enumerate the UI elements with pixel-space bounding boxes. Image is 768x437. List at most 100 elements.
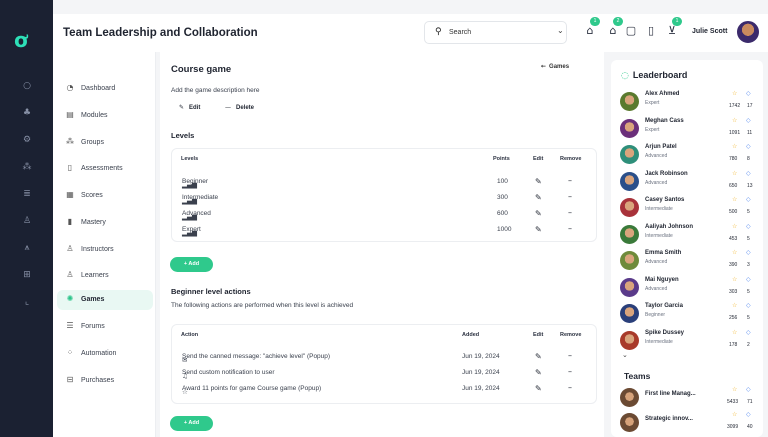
edit-button[interactable]: ✎ Edit [179, 104, 200, 111]
avatar [620, 92, 639, 111]
list-item[interactable]: Strategic innov... ☆ ◇ 3099 40 [619, 411, 757, 435]
avatar [620, 304, 639, 323]
table-row: ☆ Award 11 points for game Course game (P… [172, 382, 596, 398]
badge-icon: ◇ [746, 169, 751, 177]
cart-icon[interactable]: ⊻ [665, 24, 679, 38]
gear-icon[interactable]: ⚙ [20, 134, 34, 146]
sidebar-item-learners[interactable]: ♙ Learners [57, 266, 153, 286]
list-item[interactable]: Mai Nguyen Advanced ☆ ◇ 303 5 [619, 275, 757, 301]
messages-icon[interactable]: ⌂ [606, 24, 620, 38]
remove-icon[interactable]: – [568, 351, 572, 360]
remove-icon[interactable]: – [568, 383, 572, 392]
building-icon[interactable]: ⊞ [20, 269, 34, 281]
notification-icon[interactable]: ⌂ [583, 24, 597, 38]
sidebar-item-instructors[interactable]: ♙ Instructors [57, 240, 153, 260]
learner-badges: 13 [747, 182, 753, 189]
learner-points: 390 [729, 262, 738, 268]
search-input[interactable]: ⚲ Search [424, 21, 567, 44]
sidebar-item-groups[interactable]: ⁂ Groups [57, 133, 153, 153]
learner-name: Aaliyah Johnson [645, 223, 694, 230]
pencil-icon[interactable]: ✎ [535, 368, 542, 377]
chart-icon[interactable]: ⌞ [20, 296, 34, 308]
list-item[interactable]: First line Manag... ☆ ◇ 5433 71 [619, 386, 757, 410]
arrow-left-icon: ← [541, 63, 547, 70]
user-icon[interactable]: ♙ [20, 215, 34, 227]
user-name[interactable]: Julie Scott [692, 28, 727, 35]
sidebar-item-mastery[interactable]: ▮ Mastery [57, 213, 153, 233]
sidebar-item-assessments[interactable]: ▯ Assessments [57, 159, 153, 179]
add-level-button[interactable]: + Add [170, 257, 213, 272]
col-points: Points [493, 156, 510, 162]
pencil-icon[interactable]: ✎ [535, 209, 542, 218]
list-item[interactable]: Casey Santos Intermediate ☆ ◇ 500 5 [619, 195, 757, 221]
learner-name: Mai Nguyen [645, 276, 679, 283]
action-text-value: Send custom notification to user [182, 369, 275, 376]
messages-badge: 2 [613, 17, 623, 26]
table-row: ▂▄▆ Intermediate 300 ✎ – [172, 191, 596, 207]
avatar[interactable] [735, 19, 761, 45]
team-badges: 40 [747, 424, 753, 430]
pencil-icon[interactable]: ✎ [535, 193, 542, 202]
sidebar-item-games[interactable]: ✺ Games [57, 290, 153, 310]
home-icon[interactable]: ○ [20, 80, 34, 92]
table-row: ♫ Send custom notification to user Jun 19… [172, 366, 596, 382]
back-to-games-link[interactable]: ← Games [541, 63, 569, 70]
sidebar-item-scores[interactable]: ▦ Scores [57, 186, 153, 206]
level-points: 600 [497, 210, 508, 217]
avatar [620, 171, 639, 191]
remove-icon[interactable]: – [568, 224, 572, 233]
trash-icon[interactable]: ▯ [644, 24, 658, 38]
avatar [620, 388, 639, 407]
pencil-icon[interactable]: ✎ [535, 352, 542, 361]
chevron-down-icon[interactable]: ⌄ [622, 351, 628, 359]
list-item[interactable]: Spike Dussey Intermediate ☆ ◇ 178 2 [619, 328, 757, 354]
remove-icon[interactable]: – [568, 367, 572, 376]
game-description: Add the game description here [171, 87, 260, 94]
app-logo[interactable]: ơ [14, 30, 38, 50]
remove-icon[interactable]: – [568, 176, 572, 185]
sidebar-item-dashboard[interactable]: ◔ Dashboard [57, 79, 153, 99]
pencil-icon[interactable]: ✎ [535, 225, 542, 234]
list-item[interactable]: Meghan Cass Expert ☆ ◇ 1091 11 [619, 116, 757, 142]
remove-icon[interactable]: – [568, 208, 572, 217]
list-item[interactable]: Taylor Garcia Beginner ☆ ◇ 256 5 [619, 301, 757, 327]
edit-label: Edit [189, 105, 201, 111]
learner-badges: 2 [747, 341, 750, 348]
sidebar-item-forums[interactable]: ☰ Forums [57, 317, 153, 337]
message-icon: ✉ [182, 356, 188, 364]
delete-button[interactable]: — Delete [225, 104, 254, 111]
network-icon[interactable]: ⁂ [20, 161, 34, 173]
levels-table: Levels Points Edit Remove ▂▄▆ Beginner 10… [171, 148, 597, 242]
remove-icon[interactable]: – [568, 192, 572, 201]
team-points: 3099 [727, 424, 739, 430]
learner-badges: 17 [747, 103, 753, 109]
table-row: ▂▄▆ Expert 1000 ✎ – [172, 223, 596, 239]
learner-name: Taylor Garcia [645, 303, 683, 309]
calendar-icon[interactable]: ▢ [624, 24, 638, 38]
list-item[interactable]: Emma Smith Advanced ☆ ◇ 390 3 [619, 248, 757, 274]
action-text: ♫ Send custom notification to user [182, 369, 275, 380]
leaderboard-panel: ◌ Leaderboard Alex Ahmed Expert ☆ ◇ 1742 17 Meg… [611, 60, 763, 437]
list-item[interactable]: Aaliyah Johnson Intermediate ☆ ◇ 453 5 [619, 222, 757, 248]
sidebar-item-automation[interactable]: ⁘ Automation [57, 344, 153, 364]
learner-level: Expert [645, 126, 660, 133]
hierarchy-icon[interactable]: ⩚ [20, 242, 34, 254]
pencil-icon: ✎ [179, 104, 185, 111]
sidebar-item-purchases[interactable]: ⊟ Purchases [57, 371, 153, 391]
list-item[interactable]: Alex Ahmed Expert ☆ ◇ 1742 17 [619, 89, 757, 115]
people-icon[interactable]: ♣ [20, 107, 34, 119]
list-item[interactable]: Arjun Patel Advanced ☆ ◇ 780 8 [619, 142, 757, 168]
add-action-button[interactable]: + Add [170, 416, 213, 431]
sidebar-item-label: Instructors [81, 246, 114, 253]
list-item[interactable]: Jack Robinson Advanced ☆ ◇ 650 13 [619, 169, 757, 195]
learner-name: Jack Robinson [645, 170, 688, 177]
actions-title: Beginner level actions [171, 287, 251, 296]
top-bar: Team Leadership and Collaboration ⚲ Sear… [53, 14, 768, 52]
pencil-icon[interactable]: ✎ [535, 384, 542, 393]
pencil-icon[interactable]: ✎ [535, 177, 542, 186]
chevron-down-icon[interactable]: ⌄ [557, 26, 564, 35]
learner-points: 1091 [729, 129, 741, 136]
sidebar-item-modules[interactable]: ▤ Modules [57, 106, 153, 126]
table-row: ▂▄▆ Advanced 600 ✎ – [172, 207, 596, 223]
list-icon[interactable]: ≣ [20, 188, 34, 200]
